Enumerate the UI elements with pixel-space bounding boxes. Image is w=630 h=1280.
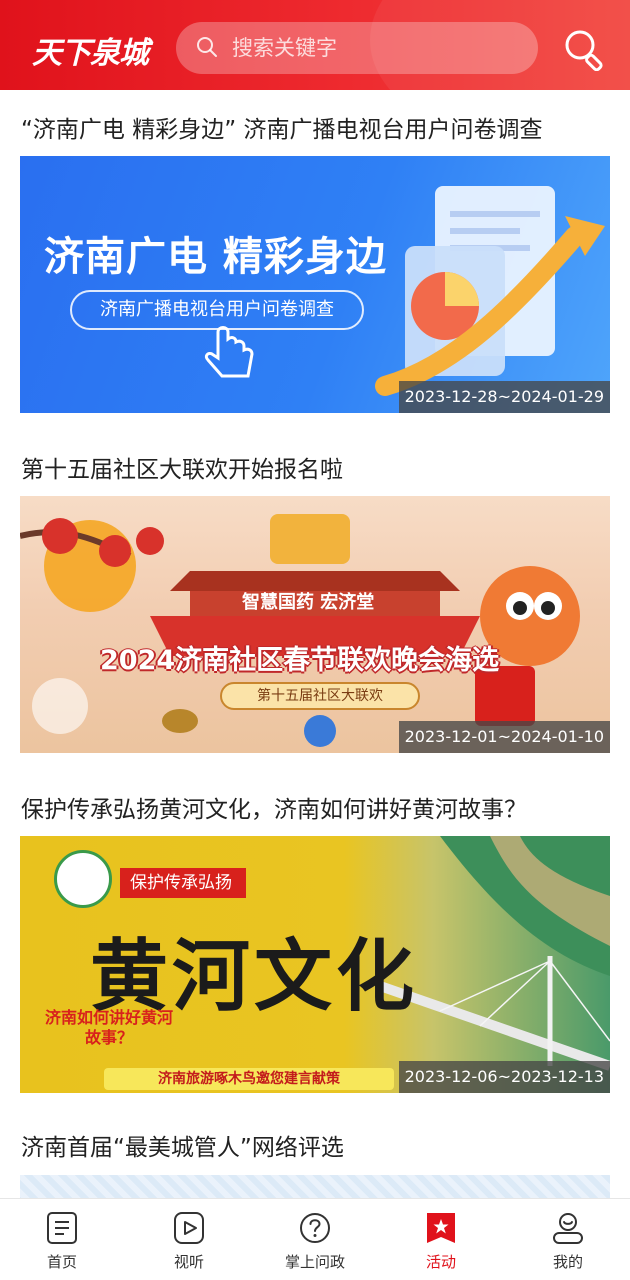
bottom-navigation: 首页 视听 掌上问政 活动 我的	[0, 1198, 630, 1280]
activity-title[interactable]: “济南广电 精彩身边” 济南广播电视台用户问卷调查	[21, 110, 542, 144]
festival-illustration-icon	[20, 514, 580, 747]
search-button-icon[interactable]	[561, 27, 609, 71]
nav-item-video[interactable]: 视听	[139, 1199, 239, 1280]
nav-label: 我的	[552, 1253, 583, 1271]
nav-label: 活动	[425, 1253, 456, 1271]
home-icon	[47, 1212, 77, 1244]
banner-subtitle: 第十五届社区大联欢	[220, 682, 420, 710]
nav-label: 视听	[173, 1253, 204, 1271]
date-range-badge: 2023-12-01~2024-01-10	[398, 721, 610, 753]
nav-label: 首页	[46, 1253, 77, 1271]
banner-footer: 济南旅游啄木鸟邀您建言献策	[104, 1068, 394, 1090]
top-header: 天下泉城	[0, 0, 630, 90]
activity-banner[interactable]: 保护传承弘扬 黄河文化 济南如何讲好黄河故事？ 济南旅游啄木鸟邀您建言献策 20…	[20, 836, 610, 1093]
activity-title[interactable]: 济南首届“最美城管人”网络评选	[21, 1128, 344, 1162]
chart-illustration-icon	[375, 186, 605, 396]
activity-banner[interactable]: 济南广电 精彩身边 济南广播电视台用户问卷调查 2023-12-28~2024-…	[20, 156, 610, 413]
nav-label: 掌上问政	[284, 1253, 345, 1271]
nav-item-profile[interactable]: 我的	[518, 1199, 618, 1280]
activity-title[interactable]: 第十五届社区大联欢开始报名啦	[21, 450, 343, 484]
nav-item-inquiry[interactable]: 掌上问政	[265, 1199, 365, 1280]
user-icon	[553, 1213, 583, 1244]
nav-item-activity[interactable]: 活动	[391, 1199, 491, 1280]
banner-headline: 2024济南社区春节联欢晚会海选	[100, 645, 500, 676]
banner-tag: 保护传承弘扬	[120, 868, 246, 898]
search-input[interactable]	[232, 30, 522, 66]
hand-pointer-icon	[204, 326, 254, 378]
question-icon	[300, 1213, 330, 1243]
play-icon	[174, 1212, 204, 1244]
banner-headline: 济南广电 精彩身边	[44, 234, 387, 280]
activity-title[interactable]: 保护传承弘扬黄河文化，济南如何讲好黄河故事？	[21, 790, 527, 824]
search-icon	[197, 37, 217, 57]
date-range-badge: 2023-12-06~2023-12-13	[398, 1061, 610, 1093]
nav-item-home[interactable]: 首页	[12, 1199, 112, 1280]
app-logo[interactable]: 天下泉城	[32, 28, 149, 72]
organization-logo	[54, 850, 112, 908]
activity-banner[interactable]: 智慧国药 宏济堂 2024济南社区春节联欢晚会海选 第十五届社区大联欢 2023…	[20, 496, 610, 753]
banner-sponsor: 智慧国药 宏济堂	[242, 592, 375, 613]
activity-icon	[427, 1213, 455, 1243]
date-range-badge: 2023-12-28~2024-01-29	[398, 381, 610, 413]
banner-question: 济南如何讲好黄河故事？	[44, 1008, 173, 1047]
